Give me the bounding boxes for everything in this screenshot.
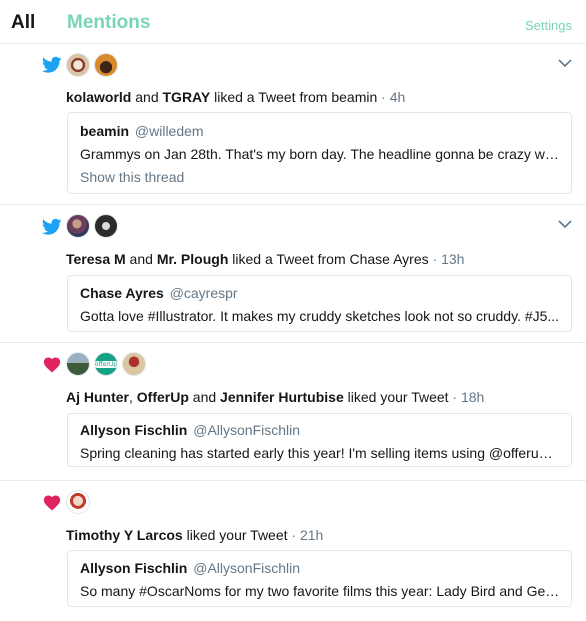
twitter-bird-icon: [42, 218, 62, 235]
actor-name[interactable]: Teresa M: [66, 251, 126, 267]
tab-mentions[interactable]: Mentions: [67, 12, 150, 34]
tweet-author-name[interactable]: Chase Ayres: [80, 285, 164, 301]
avatar[interactable]: [94, 53, 118, 77]
tweet-header: Allyson Fischlin @AllysonFischlin: [80, 422, 300, 438]
tweet-text: Gotta love #Illustrator. It makes my cru…: [80, 308, 560, 324]
notification-text: Teresa M and Mr. Plough liked a Tweet fr…: [66, 251, 464, 267]
timestamp: · 18h: [448, 389, 485, 405]
action-text: liked a Tweet from beamin: [210, 89, 378, 105]
joiner: and: [188, 389, 221, 405]
timestamp: · 21h: [287, 527, 324, 543]
timestamp: · 13h: [428, 251, 465, 267]
tweet-header: beamin @willedem: [80, 123, 204, 139]
notification-text: Timothy Y Larcos liked your Tweet · 21h: [66, 527, 323, 543]
tweet-header: Allyson Fischlin @AllysonFischlin: [80, 560, 300, 576]
avatar-group: [66, 490, 90, 514]
quoted-tweet-card[interactable]: Chase Ayres @cayrespr Gotta love #Illust…: [67, 275, 572, 332]
timestamp: · 4h: [377, 89, 406, 105]
notification-text: kolaworld and TGRAY liked a Tweet from b…: [66, 89, 405, 105]
settings-link[interactable]: Settings: [525, 18, 572, 33]
actor-name[interactable]: TGRAY: [163, 89, 211, 105]
avatar[interactable]: offerUp: [93, 352, 119, 376]
tweet-text: Spring cleaning has started early this y…: [80, 445, 560, 461]
tweet-text: So many #OscarNoms for my two favorite f…: [80, 583, 560, 599]
tweet-author-name[interactable]: Allyson Fischlin: [80, 560, 187, 576]
actor-name[interactable]: Mr. Plough: [157, 251, 229, 267]
twitter-bird-icon: [42, 56, 62, 73]
tweet-author-name[interactable]: Allyson Fischlin: [80, 422, 187, 438]
heart-icon: [43, 495, 61, 511]
avatar[interactable]: [66, 352, 90, 376]
notification-text: Aj Hunter, OfferUp and Jennifer Hurtubis…: [66, 389, 484, 405]
tab-all[interactable]: All: [11, 12, 35, 34]
notification-item[interactable]: Timothy Y Larcos liked your Tweet · 21h …: [0, 481, 586, 621]
avatar[interactable]: [66, 53, 90, 77]
tweet-author-handle[interactable]: @cayrespr: [170, 285, 238, 301]
notification-item[interactable]: kolaworld and TGRAY liked a Tweet from b…: [0, 44, 586, 205]
joiner: and: [131, 89, 163, 105]
avatar[interactable]: [122, 352, 146, 376]
heart-icon: [43, 357, 61, 373]
quoted-tweet-card[interactable]: Allyson Fischlin @AllysonFischlin So man…: [67, 550, 572, 607]
actor-name[interactable]: OfferUp: [137, 389, 189, 405]
action-text: liked a Tweet from Chase Ayres: [228, 251, 429, 267]
joiner: and: [125, 251, 157, 267]
quoted-tweet-card[interactable]: Allyson Fischlin @AllysonFischlin Spring…: [67, 413, 572, 467]
tweet-text: Grammys on Jan 28th. That's my born day.…: [80, 146, 560, 162]
actor-name[interactable]: Timothy Y Larcos: [66, 527, 183, 543]
actor-name[interactable]: kolaworld: [66, 89, 131, 105]
quoted-tweet-card[interactable]: beamin @willedem Grammys on Jan 28th. Th…: [67, 112, 572, 194]
notifications-header: All Mentions Settings: [0, 0, 586, 44]
show-thread-link[interactable]: Show this thread: [80, 169, 184, 185]
actor-name[interactable]: Jennifer Hurtubise: [220, 389, 344, 405]
actor-name[interactable]: Aj Hunter: [66, 389, 129, 405]
avatar-group: [66, 214, 118, 238]
action-text: liked your Tweet: [182, 527, 288, 543]
chevron-down-icon[interactable]: [558, 58, 572, 68]
tweet-author-handle[interactable]: @AllysonFischlin: [193, 422, 300, 438]
notification-item[interactable]: Teresa M and Mr. Plough liked a Tweet fr…: [0, 205, 586, 343]
avatar[interactable]: [66, 214, 90, 238]
avatar[interactable]: [66, 490, 90, 514]
notification-item[interactable]: offerUp Aj Hunter, OfferUp and Jennifer …: [0, 343, 586, 481]
tweet-author-handle[interactable]: @willedem: [135, 123, 204, 139]
tweet-author-name[interactable]: beamin: [80, 123, 129, 139]
separator: ,: [129, 389, 137, 405]
avatar[interactable]: [94, 214, 118, 238]
chevron-down-icon[interactable]: [558, 219, 572, 229]
avatar-group: offerUp: [66, 352, 146, 376]
tweet-header: Chase Ayres @cayrespr: [80, 285, 238, 301]
action-text: liked your Tweet: [343, 389, 449, 405]
avatar-group: [66, 53, 118, 77]
tweet-author-handle[interactable]: @AllysonFischlin: [193, 560, 300, 576]
